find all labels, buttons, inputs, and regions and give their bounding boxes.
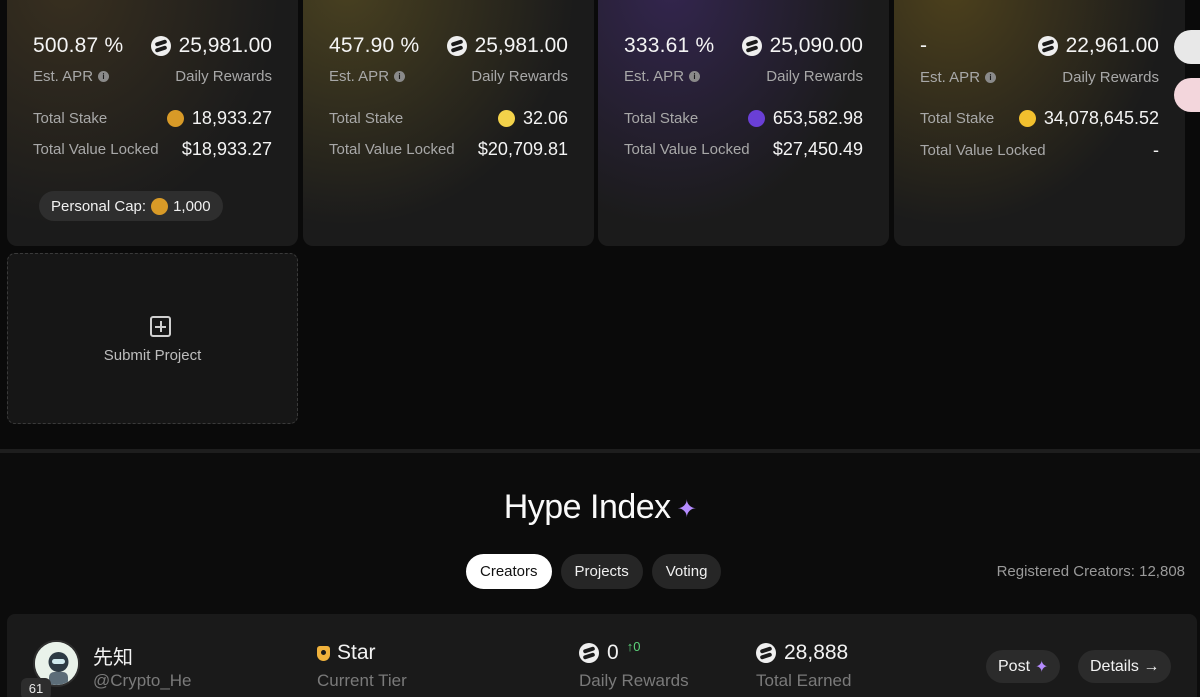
personal-cap-badge: Personal Cap: 1,000 bbox=[39, 191, 223, 221]
sui-icon bbox=[446, 36, 467, 56]
info-icon[interactable]: i bbox=[689, 71, 701, 82]
daily-rewards-value: 25,090.00 bbox=[741, 34, 863, 58]
daily-rewards-label: Daily Rewards bbox=[579, 671, 689, 690]
sui-icon bbox=[1037, 36, 1058, 56]
daily-rewards-label: Daily Rewards bbox=[471, 68, 568, 85]
sui-icon bbox=[579, 643, 599, 663]
details-button[interactable]: Details → bbox=[1078, 650, 1172, 683]
current-tier-value: Star bbox=[317, 641, 376, 665]
pool-card-4[interactable]: - 22,961.00 Est. APR i Daily Rewards Tota… bbox=[894, 0, 1185, 246]
hype-tabs: Creators Projects Voting bbox=[466, 554, 722, 589]
sui-icon bbox=[756, 643, 776, 663]
daily-change: ↑0 bbox=[626, 638, 641, 654]
pool-card-2[interactable]: 457.90 % 25,981.00 Est. APR i Daily Rewar… bbox=[303, 0, 594, 246]
total-stake-value: 32.06 bbox=[497, 108, 568, 129]
token-coin-icon bbox=[166, 110, 184, 127]
total-stake-value: 18,933.27 bbox=[166, 108, 272, 129]
token-coin-icon bbox=[497, 110, 515, 127]
total-stake-label: Total Stake bbox=[33, 110, 108, 127]
tvl-label: Total Value Locked bbox=[920, 142, 1046, 159]
daily-rewards-value: 22,961.00 bbox=[1037, 34, 1159, 58]
info-icon[interactable]: i bbox=[98, 71, 110, 82]
total-stake-label: Total Stake bbox=[920, 110, 995, 127]
submit-project-label: Submit Project bbox=[103, 347, 202, 364]
pool-cards: 500.87 % 25,981.00 Est. APR i Daily Rewar… bbox=[0, 0, 1200, 250]
tab-projects[interactable]: Projects bbox=[560, 554, 643, 589]
token-coin-icon bbox=[747, 110, 765, 127]
est-apr-value: 333.61 % bbox=[624, 34, 715, 57]
registered-creators-count: Registered Creators: 12,808 bbox=[996, 563, 1185, 580]
sui-icon bbox=[150, 36, 171, 56]
tvl-value: $27,450.49 bbox=[772, 139, 863, 159]
submit-project-button[interactable]: Submit Project bbox=[7, 253, 298, 424]
tvl-label: Total Value Locked bbox=[33, 141, 159, 158]
tab-creators[interactable]: Creators bbox=[466, 554, 552, 589]
total-earned-label: Total Earned bbox=[756, 671, 852, 690]
tab-voting[interactable]: Voting bbox=[651, 554, 722, 589]
token-coin-icon bbox=[1018, 110, 1036, 127]
tvl-value: $18,933.27 bbox=[181, 139, 272, 159]
est-apr-label: Est. APR i bbox=[920, 69, 997, 86]
info-icon[interactable]: i bbox=[985, 72, 997, 83]
token-coin-icon bbox=[151, 197, 169, 215]
total-earned-stat: 28,888 bbox=[756, 641, 848, 665]
creator-name[interactable]: 先知 bbox=[93, 641, 133, 670]
pool-card-1[interactable]: 500.87 % 25,981.00 Est. APR i Daily Rewar… bbox=[7, 0, 298, 246]
creator-row[interactable]: 61 先知 @Crypto_He Star Current Tier 0 ↑0 … bbox=[7, 614, 1197, 697]
total-stake-label: Total Stake bbox=[329, 110, 404, 127]
daily-rewards-stat: 0 ↑0 bbox=[579, 638, 641, 665]
assistant-avatar-button[interactable] bbox=[1174, 78, 1200, 112]
daily-rewards-label: Daily Rewards bbox=[175, 68, 272, 85]
total-stake-value: 34,078,645.52 bbox=[1018, 108, 1159, 129]
pool-card-3[interactable]: 333.61 % 25,090.00 Est. APR i Daily Rewar… bbox=[598, 0, 889, 246]
est-apr-label: Est. APR i bbox=[33, 68, 110, 85]
daily-rewards-label: Daily Rewards bbox=[1062, 69, 1159, 86]
rank-badge: 61 bbox=[21, 678, 51, 697]
total-stake-value: 653,582.98 bbox=[747, 108, 863, 129]
post-button[interactable]: Post ✦ bbox=[986, 650, 1061, 683]
creator-handle[interactable]: @Crypto_He bbox=[93, 671, 192, 691]
daily-rewards-value: 25,981.00 bbox=[446, 34, 568, 58]
tier-shield-icon bbox=[317, 645, 330, 661]
daily-rewards-label: Daily Rewards bbox=[766, 68, 863, 85]
hype-index-title: Hype Index ✦ bbox=[503, 488, 697, 526]
sui-icon bbox=[741, 36, 762, 56]
total-stake-label: Total Stake bbox=[624, 110, 699, 127]
info-icon[interactable]: i bbox=[394, 71, 406, 82]
est-apr-label: Est. APR i bbox=[624, 68, 701, 85]
daily-rewards-value: 25,981.00 bbox=[150, 34, 272, 58]
est-apr-value: 457.90 % bbox=[329, 34, 420, 57]
qr-code-button[interactable] bbox=[1174, 30, 1200, 64]
est-apr-label: Est. APR i bbox=[329, 68, 406, 85]
est-apr-value: - bbox=[920, 34, 928, 57]
est-apr-value: 500.87 % bbox=[33, 34, 124, 57]
sparkle-icon: ✦ bbox=[1035, 658, 1049, 676]
current-tier-label: Current Tier bbox=[317, 671, 407, 690]
tvl-value: - bbox=[1153, 140, 1159, 160]
plus-square-icon bbox=[150, 316, 171, 337]
tvl-label: Total Value Locked bbox=[624, 141, 750, 158]
tvl-value: $20,709.81 bbox=[477, 139, 568, 159]
tvl-label: Total Value Locked bbox=[329, 141, 455, 158]
sparkle-icon: ✦ bbox=[676, 495, 697, 523]
